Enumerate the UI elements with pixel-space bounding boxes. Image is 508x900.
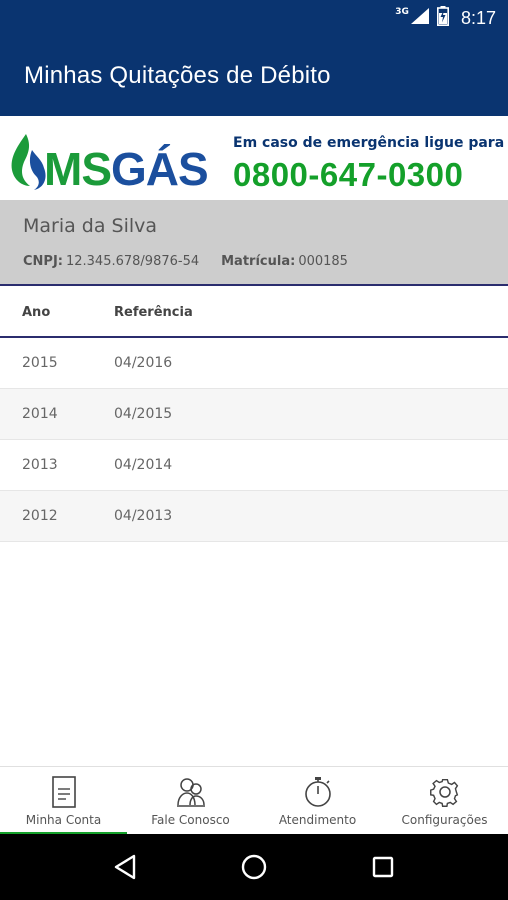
table-row[interactable]: 2012 04/2013 — [0, 491, 508, 542]
cell-referencia: 04/2016 — [114, 355, 173, 371]
tab-atendimento[interactable]: Atendimento — [254, 767, 381, 835]
cell-ano: 2012 — [22, 508, 58, 524]
cell-referencia: 04/2014 — [114, 457, 173, 473]
cell-ano: 2015 — [22, 355, 58, 371]
battery-icon — [436, 6, 449, 30]
logo-ms: MS — [44, 143, 112, 195]
msgas-logo: MSGÁS — [6, 128, 209, 195]
logo-wordmark: MSGÁS — [44, 143, 209, 195]
cnpj-value: 12.345.678/9876-54 — [65, 254, 200, 269]
tab-label: Minha Conta — [25, 813, 102, 827]
tab-label: Configurações — [401, 813, 488, 827]
flame-icon — [11, 134, 46, 190]
column-header-referencia: Referência — [114, 304, 193, 320]
gear-icon — [429, 778, 458, 807]
logo-gas: GÁS — [111, 143, 209, 195]
signal-icon — [410, 8, 429, 28]
people-icon — [176, 778, 205, 807]
brand-banner: MSGÁS Em caso de emergência ligue para 0… — [0, 116, 508, 200]
cnpj-label: CNPJ: — [23, 254, 63, 269]
cell-ano: 2013 — [22, 457, 58, 473]
system-nav-bar — [0, 834, 508, 900]
cell-referencia: 04/2015 — [114, 406, 173, 422]
cell-ano: 2014 — [22, 406, 58, 422]
matricula-value: 000185 — [298, 254, 348, 269]
table-header: Ano Referência — [0, 288, 508, 338]
table-row[interactable]: 2013 04/2014 — [0, 440, 508, 491]
column-header-ano: Ano — [22, 304, 51, 320]
matricula-label: Matrícula: — [221, 254, 296, 269]
network-type: 3G — [395, 7, 409, 17]
home-circle-icon — [241, 854, 267, 880]
table-row[interactable]: 2014 04/2015 — [0, 389, 508, 440]
screen: 3G 8:17 Minhas Quitações de Débito MSGÁS — [0, 0, 508, 900]
cell-referencia: 04/2013 — [114, 508, 173, 524]
back-triangle-icon — [114, 854, 135, 880]
tab-label: Fale Conosco — [151, 813, 230, 827]
back-button[interactable] — [105, 847, 145, 887]
recents-button[interactable] — [363, 847, 403, 887]
document-icon — [51, 776, 76, 808]
emergency-phone-link[interactable]: 0800-647-0300 — [233, 156, 463, 194]
page-title: Minhas Quitações de Débito — [24, 62, 331, 89]
bottom-tab-bar: Minha Conta Fale Conosco Atendimento Con… — [0, 766, 508, 835]
tab-minha-conta[interactable]: Minha Conta — [0, 767, 127, 835]
emergency-label: Em caso de emergência ligue para — [233, 135, 505, 151]
clock: 8:17 — [460, 7, 496, 28]
tab-fale-conosco[interactable]: Fale Conosco — [127, 767, 254, 835]
home-button[interactable] — [234, 847, 274, 887]
client-name: Maria da Silva — [23, 215, 158, 237]
app-bar: Minhas Quitações de Débito — [0, 36, 508, 116]
tab-label: Atendimento — [278, 813, 357, 827]
status-bar: 3G 8:17 — [0, 0, 508, 36]
tab-configuracoes[interactable]: Configurações — [381, 767, 508, 835]
table-row[interactable]: 2015 04/2016 — [0, 338, 508, 389]
debt-clearance-table: Ano Referência 2015 04/2016 2014 04/2015… — [0, 288, 508, 542]
client-info: Maria da Silva CNPJ: 12.345.678/9876-54 … — [0, 200, 508, 286]
recents-square-icon — [373, 856, 394, 878]
stopwatch-icon — [304, 777, 331, 807]
client-meta: CNPJ: 12.345.678/9876-54 Matrícula: 0001… — [23, 254, 348, 269]
